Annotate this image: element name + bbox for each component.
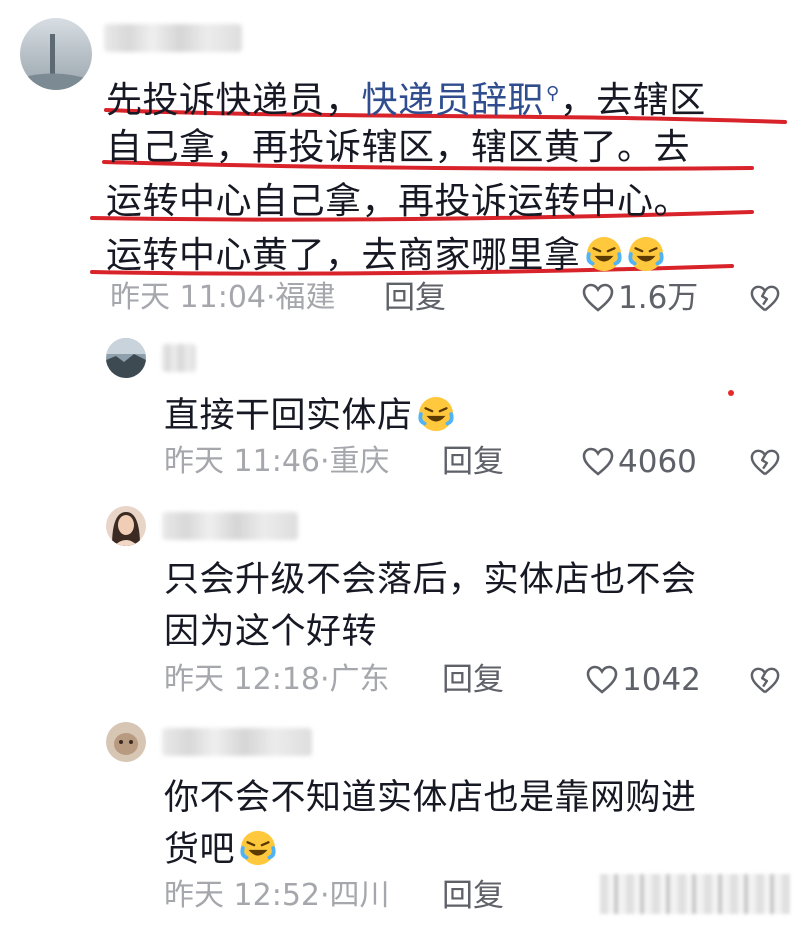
timestamp: 昨天 11:04 xyxy=(110,280,266,315)
username-blurred[interactable] xyxy=(162,512,298,540)
timestamp: 昨天 11:46 xyxy=(164,444,320,479)
location: 重庆 xyxy=(329,444,390,479)
timestamp: 昨天 12:52 xyxy=(164,878,320,913)
comment-text-segment: ，去辖区 xyxy=(559,80,706,121)
comment-text-line: 你不会不知道实体店也是靠网购进 xyxy=(164,778,697,818)
heart-outline-icon xyxy=(582,447,614,476)
comment-text-line: 先投诉快递员，快递员辞职 ⚲，去辖区 xyxy=(106,70,706,125)
comment-text-line: 运转中心黄了，去商家哪里拿 xyxy=(106,232,665,280)
avatar[interactable] xyxy=(106,506,146,546)
meta-separator: · xyxy=(320,444,330,479)
avatar[interactable] xyxy=(20,18,92,90)
search-link[interactable]: 快递员辞职 ⚲ xyxy=(362,80,560,121)
comment-meta: 昨天 12:18·广东 xyxy=(164,660,390,700)
like-count: 4060 xyxy=(618,444,697,480)
avatar[interactable] xyxy=(106,338,146,378)
broken-heart-icon[interactable] xyxy=(750,666,780,696)
like-button[interactable]: 1042 xyxy=(586,660,701,700)
username-blurred[interactable] xyxy=(162,728,312,756)
laughing-crying-emoji-icon xyxy=(627,236,664,272)
location: 福建 xyxy=(275,280,336,315)
reply-button[interactable]: 回复 xyxy=(442,876,504,916)
comment-text-segment: 先投诉快递员， xyxy=(106,80,362,121)
broken-heart-icon[interactable] xyxy=(750,448,780,478)
heart-outline-icon xyxy=(586,665,618,694)
meta-separator: · xyxy=(320,878,330,913)
reply-button[interactable]: 回复 xyxy=(442,442,504,482)
like-button[interactable]: 1.6万 xyxy=(582,278,698,318)
meta-separator: · xyxy=(320,662,330,697)
reply-button[interactable]: 回复 xyxy=(384,278,446,318)
broken-heart-icon[interactable] xyxy=(750,284,780,314)
like-count: 1042 xyxy=(622,662,701,698)
username-blurred[interactable] xyxy=(104,24,242,52)
heart-outline-icon xyxy=(582,283,614,312)
like-button[interactable]: 4060 xyxy=(582,442,697,482)
username-blurred[interactable] xyxy=(162,344,196,372)
comment-text-line: 直接干回实体店 xyxy=(164,392,455,440)
laughing-crying-emoji-icon xyxy=(417,396,454,432)
comment-text-line: 运转中心自己拿，再投诉运转中心。 xyxy=(106,181,691,222)
laughing-crying-emoji-icon xyxy=(240,830,276,866)
avatar[interactable] xyxy=(106,722,146,762)
like-count: 1.6万 xyxy=(618,280,699,316)
location: 四川 xyxy=(329,878,390,913)
reply-button[interactable]: 回复 xyxy=(442,660,504,700)
location: 广东 xyxy=(329,662,390,697)
meta-separator: · xyxy=(266,280,276,315)
laughing-crying-emoji-icon xyxy=(585,236,622,272)
comment-text-line: 只会升级不会落后，实体店也不会 xyxy=(164,560,697,600)
comment-meta: 昨天 12:52·四川 xyxy=(164,876,390,916)
comment-text-line: 因为这个好转 xyxy=(164,612,378,652)
search-icon: ⚲ xyxy=(546,83,560,104)
watermark-blurred xyxy=(600,874,790,914)
comment-meta: 昨天 11:04·福建 xyxy=(110,278,336,318)
red-dot-mark xyxy=(728,390,734,396)
comment-text-line: 自己拿，再投诉辖区，辖区黄了。去 xyxy=(106,127,691,168)
timestamp: 昨天 12:18 xyxy=(164,662,320,697)
comment-text-line: 货吧 xyxy=(164,826,277,874)
comment-meta: 昨天 11:46·重庆 xyxy=(164,442,390,482)
